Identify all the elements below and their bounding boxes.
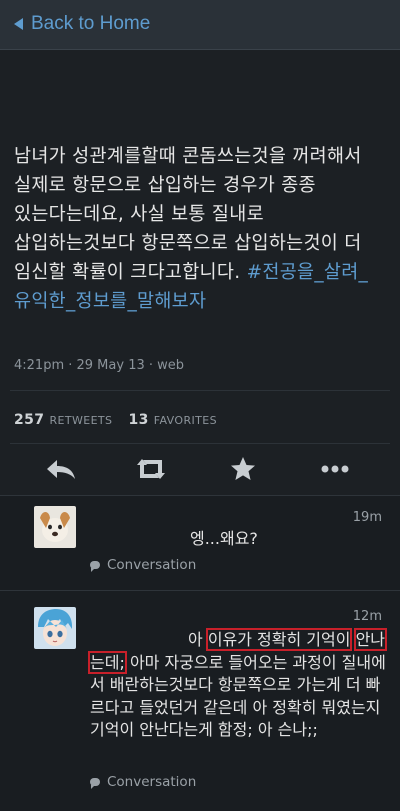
reply-button[interactable] bbox=[44, 453, 78, 485]
reply-text: 엥...왜요? bbox=[190, 529, 258, 548]
reply-text-part1: 아 bbox=[188, 630, 208, 649]
conversation-link[interactable]: Conversation bbox=[90, 557, 196, 573]
retweets-count[interactable]: 257 bbox=[14, 412, 44, 428]
reply-timestamp[interactable]: 19m bbox=[353, 510, 382, 525]
conversation-link[interactable]: Conversation bbox=[90, 774, 196, 790]
conversation-icon bbox=[90, 778, 100, 789]
avatar[interactable] bbox=[34, 506, 76, 548]
reply-item[interactable]: 19m 엥...왜요? Conversation bbox=[0, 495, 400, 591]
retweet-button[interactable] bbox=[134, 453, 168, 485]
favorites-label[interactable]: FAVORITES bbox=[154, 414, 217, 427]
favorite-button[interactable] bbox=[226, 453, 260, 485]
tweet-text: 남녀가 성관계를할때 콘돔쓰는것을 꺼려해서 실제로 항문으로 삽입하는 경우가… bbox=[14, 142, 389, 316]
reply-item[interactable]: 12m 아 이유가 정확히 기억이 안나는데; 아마 자궁으로 들어오는 과정이… bbox=[0, 590, 400, 811]
back-to-home-link[interactable]: Back to Home bbox=[14, 13, 150, 35]
favorites-count[interactable]: 13 bbox=[128, 412, 148, 428]
favorite-icon bbox=[231, 457, 255, 480]
back-arrow-icon bbox=[14, 18, 23, 30]
more-icon bbox=[321, 465, 349, 473]
more-button[interactable] bbox=[318, 453, 352, 485]
retweets-label[interactable]: RETWEETS bbox=[49, 414, 112, 427]
avatar[interactable] bbox=[34, 607, 76, 649]
tweet-actions bbox=[0, 445, 400, 495]
tweet-meta[interactable]: 4:21pm · 29 May 13 · web bbox=[14, 358, 184, 373]
tweet-stats: 257 RETWEETS 13 FAVORITES bbox=[14, 412, 217, 428]
back-label: Back to Home bbox=[31, 13, 151, 34]
anime-avatar-icon bbox=[34, 607, 76, 649]
reply-timestamp[interactable]: 12m bbox=[353, 609, 382, 624]
reply-text: 아 이유가 정확히 기억이 안나는데; 아마 자궁으로 들어오는 과정이 질내에… bbox=[87, 628, 388, 742]
tweet-detail: 남녀가 성관계를할때 콘돔쓰는것을 꺼려해서 실제로 항문으로 삽입하는 경우가… bbox=[0, 50, 400, 495]
reply-icon bbox=[47, 460, 75, 479]
conversation-label: Conversation bbox=[107, 774, 197, 790]
reply-text-part2: 아마 자궁으로 들어오는 과정이 질내에서 배란하는것보다 항문쪽으로 가는게 … bbox=[90, 652, 386, 740]
conversation-label: Conversation bbox=[107, 557, 197, 573]
retweet-icon bbox=[137, 459, 165, 479]
divider bbox=[10, 443, 390, 444]
top-bar: Back to Home bbox=[0, 0, 400, 50]
dog-avatar-icon bbox=[34, 506, 76, 548]
divider bbox=[10, 390, 390, 391]
conversation-icon bbox=[90, 561, 100, 572]
highlight-box: 이유가 정확히 기억이 bbox=[205, 628, 353, 651]
